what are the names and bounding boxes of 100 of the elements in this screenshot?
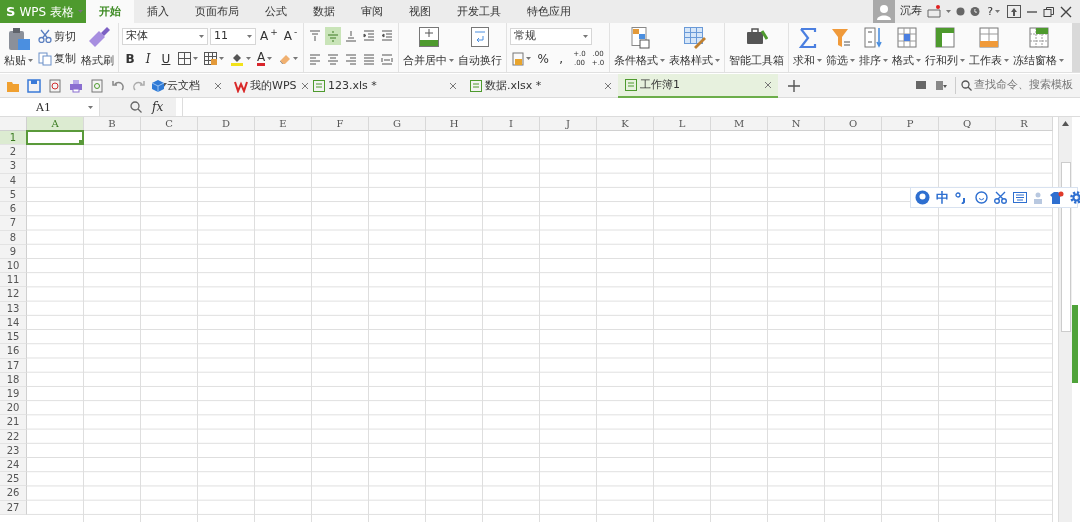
quick-access-button[interactable]	[67, 78, 85, 93]
rows-columns-button[interactable]: 行和列	[924, 25, 967, 70]
quick-access-button[interactable]	[130, 78, 148, 93]
document-tab[interactable]: 123.xls *	[306, 73, 463, 98]
format-cells-button[interactable]: 格式	[891, 25, 923, 70]
sum-button[interactable]: 求和	[792, 25, 824, 70]
column-header[interactable]: F	[312, 117, 369, 131]
column-header[interactable]: C	[141, 117, 198, 131]
sort-button[interactable]: 排序	[858, 25, 890, 70]
row-header[interactable]: 7	[0, 216, 27, 231]
document-tab[interactable]: 我的WPS	[228, 73, 306, 98]
document-tab[interactable]: 工作簿1	[618, 73, 778, 98]
column-header[interactable]: B	[84, 117, 141, 131]
user-name[interactable]: 沉寿	[900, 3, 923, 20]
quick-access-button[interactable]	[109, 78, 127, 93]
font-color-button[interactable]: A	[255, 49, 275, 68]
column-header[interactable]: I	[483, 117, 540, 131]
table-style-button[interactable]: 表格样式	[668, 25, 722, 70]
currency-button[interactable]	[510, 49, 534, 68]
column-header[interactable]: D	[198, 117, 255, 131]
column-header[interactable]: K	[597, 117, 654, 131]
italic-button[interactable]: I	[140, 49, 156, 68]
paint-bucket-icon	[230, 51, 244, 66]
selected-cell[interactable]	[26, 130, 84, 146]
conditional-format-button[interactable]: 条件格式	[613, 25, 667, 70]
menu-tab[interactable]: 页面布局	[182, 0, 252, 23]
menu-tab[interactable]: 审阅	[348, 0, 396, 23]
close-icon	[449, 81, 457, 90]
menu-tab[interactable]: 开始	[86, 0, 134, 23]
freeze-panes-button[interactable]: 冻结窗格	[1012, 25, 1066, 70]
user-avatar[interactable]	[873, 0, 896, 23]
quick-access-button[interactable]	[88, 78, 106, 93]
row-header[interactable]: 1	[0, 131, 27, 146]
menu-tab[interactable]: 视图	[396, 0, 444, 23]
input-mode-toggle[interactable]: 中	[936, 187, 949, 208]
table-style-icon	[683, 27, 706, 49]
search-field[interactable]: 查找命令、搜索模板	[955, 77, 1074, 94]
row-header[interactable]: 6	[0, 202, 27, 217]
merge-center-button[interactable]: 合并居中	[402, 25, 456, 70]
cut-button[interactable]: 剪切	[36, 29, 78, 44]
grow-font-button[interactable]: A$^{+}$	[258, 27, 280, 46]
insert-function-button[interactable]: fx	[150, 101, 166, 113]
borders-button[interactable]	[176, 49, 200, 68]
column-header[interactable]: E	[255, 117, 312, 131]
vertical-scrollbar[interactable]	[1058, 117, 1072, 522]
row-header[interactable]: 25	[0, 472, 27, 487]
row-header[interactable]: 2	[0, 145, 27, 160]
menu-tab[interactable]: 特色应用	[514, 0, 584, 23]
column-header[interactable]: L	[654, 117, 711, 131]
select-all-button[interactable]	[0, 117, 27, 131]
worksheet-button[interactable]: 工作表	[968, 25, 1011, 70]
help-button[interactable]: ?	[985, 6, 1002, 17]
alignment-button[interactable]	[325, 27, 342, 46]
column-header[interactable]: A	[27, 117, 84, 131]
column-header[interactable]: O	[825, 117, 882, 131]
row-header[interactable]: 26	[0, 486, 27, 501]
font-size-field[interactable]: 11	[210, 27, 256, 45]
document-tab[interactable]: 数据.xlsx *	[463, 73, 618, 98]
document-tab[interactable]: 云文档	[145, 73, 228, 98]
column-header[interactable]: R	[996, 117, 1053, 131]
column-header[interactable]: H	[426, 117, 483, 131]
paste-button[interactable]: 粘贴	[3, 25, 34, 70]
row-header[interactable]: 20	[0, 401, 27, 416]
format-painter-button[interactable]: 格式刷	[80, 25, 115, 70]
cell-grid[interactable]	[27, 131, 1053, 522]
menu-tab[interactable]: 开发工具	[444, 0, 514, 23]
new-tab-button[interactable]	[786, 79, 802, 92]
row-header[interactable]: 21	[0, 415, 27, 430]
shirt-icon	[1049, 190, 1064, 205]
row-header[interactable]: 12	[0, 287, 27, 302]
column-header[interactable]: G	[369, 117, 426, 131]
toolbox-button[interactable]: 智能工具箱	[728, 25, 786, 70]
fill-handle[interactable]	[79, 140, 83, 145]
row-header[interactable]: 11	[0, 273, 27, 288]
number-format-field[interactable]: 常规	[510, 27, 593, 45]
row-header[interactable]: 3	[0, 159, 27, 174]
column-header[interactable]: Q	[939, 117, 996, 131]
caret-icon	[995, 10, 1000, 13]
underline-button[interactable]: U	[158, 49, 174, 68]
column-header[interactable]: M	[711, 117, 768, 131]
row-header[interactable]: 16	[0, 344, 27, 359]
quick-access-button[interactable]	[25, 78, 43, 93]
comma-button[interactable]: ,	[553, 49, 570, 68]
app-menu-button[interactable]: S WPS 表格	[0, 0, 86, 23]
shrink-font-button[interactable]: A$^{-}$	[281, 27, 300, 46]
menu-tab[interactable]: 插入	[134, 0, 182, 23]
column-header[interactable]: J	[540, 117, 597, 131]
column-header[interactable]: N	[768, 117, 825, 131]
row-header[interactable]: 24	[0, 458, 27, 473]
menu-tab[interactable]: 公式	[252, 0, 300, 23]
percent-button[interactable]: %	[535, 49, 552, 68]
column-header[interactable]: P	[882, 117, 939, 131]
row-header[interactable]: 15	[0, 330, 27, 345]
copy-button[interactable]: 复制	[36, 51, 78, 66]
bold-button[interactable]: B	[122, 49, 138, 68]
font-family-field[interactable]: 宋体	[122, 27, 208, 45]
filter-button[interactable]: 筛选	[825, 25, 857, 70]
cell-pattern-button[interactable]	[202, 49, 226, 68]
menu-tab[interactable]: 数据	[300, 0, 348, 23]
wrap-text-button[interactable]: 自动换行	[457, 25, 504, 70]
